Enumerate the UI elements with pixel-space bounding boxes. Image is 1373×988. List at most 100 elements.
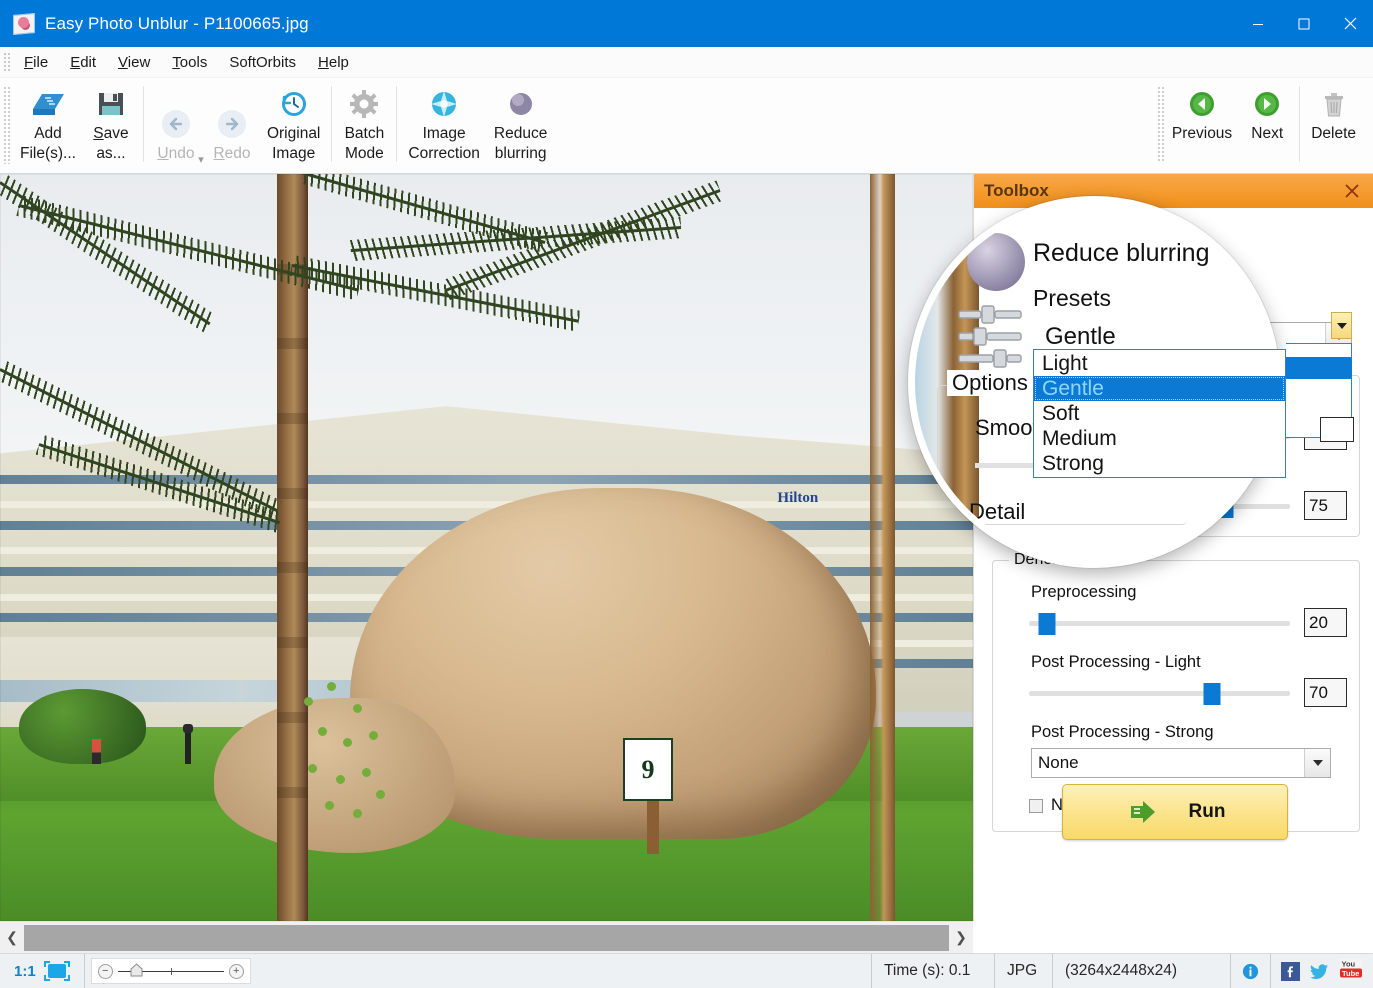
menu-item-tools[interactable]: Tools xyxy=(161,51,218,74)
zoom-slider[interactable]: − + xyxy=(90,958,251,984)
ribbon-grip-icon xyxy=(3,86,11,164)
image-correction-button[interactable]: Image Correction xyxy=(401,78,487,168)
post-light-slider-row[interactable]: 70 xyxy=(1029,678,1347,707)
toolbox-close-icon[interactable] xyxy=(1340,179,1364,203)
undo-arrow-icon xyxy=(159,104,193,144)
chevron-down-icon[interactable] xyxy=(1304,749,1330,777)
zoom-slider-track[interactable] xyxy=(117,962,224,976)
delete-label: Delete xyxy=(1311,125,1356,142)
maximize-button[interactable] xyxy=(1281,0,1327,47)
star-burst-icon xyxy=(429,84,459,124)
menu-item-softorbits[interactable]: SoftOrbits xyxy=(218,51,307,74)
status-bar: 1:1 − + Time (s): 0.1 JPG (3264x2448x24) xyxy=(0,953,1373,988)
zoom-out-icon[interactable]: − xyxy=(97,963,113,979)
magnified-options-label: Options xyxy=(947,370,1033,396)
menu-item-edit[interactable]: Edit xyxy=(59,51,107,74)
dropdown-option-strong[interactable]: Strong xyxy=(1034,451,1285,476)
dropdown-option-soft[interactable]: Soft xyxy=(1034,401,1285,426)
menu-bar: FFileile Edit View Tools SoftOrbits Help xyxy=(0,47,1373,78)
dropdown-option-gentle[interactable]: Gentle xyxy=(1034,376,1285,401)
normalize-histogram-checkbox[interactable] xyxy=(1029,798,1043,813)
image-canvas[interactable]: Hilton 9 xyxy=(0,174,973,921)
clock-history-icon xyxy=(279,84,309,124)
undo-label: Undo xyxy=(157,145,195,162)
photo-bush xyxy=(292,675,409,862)
reduce-blurring-button[interactable]: Reduce blurring xyxy=(487,78,554,168)
photo-preview: Hilton 9 xyxy=(0,174,973,921)
preprocessing-label: Preprocessing xyxy=(1031,583,1137,601)
minimize-button[interactable] xyxy=(1235,0,1281,47)
window-title: Easy Photo Unblur - P1100665.jpg xyxy=(45,13,309,33)
save-as-label-1: Save xyxy=(93,125,129,142)
photo-marker-sign: 9 xyxy=(622,738,674,802)
window-controls xyxy=(1235,0,1373,47)
twitter-icon[interactable] xyxy=(1310,962,1329,981)
green-double-arrow-icon xyxy=(1125,797,1165,827)
add-files-button[interactable]: Add File(s)... xyxy=(13,78,83,168)
photo-hilton-sign: Hilton xyxy=(777,490,819,507)
post-strong-combo-value[interactable]: None xyxy=(1031,748,1331,778)
preprocessing-value[interactable]: 20 xyxy=(1304,608,1347,637)
run-button[interactable]: Run xyxy=(1062,784,1288,840)
add-files-icon xyxy=(30,84,66,124)
detail-value[interactable]: 75 xyxy=(1304,491,1347,520)
canvas-horizontal-scrollbar[interactable]: ❮ ❯ xyxy=(0,921,973,954)
post-light-value[interactable]: 70 xyxy=(1304,678,1347,707)
status-time: Time (s): 0.1 xyxy=(871,953,995,988)
green-right-arrow-icon xyxy=(1252,84,1282,124)
batch-mode-label-1: Batch xyxy=(344,125,385,142)
zoom-controls-left: 1:1 xyxy=(0,953,85,988)
previous-button[interactable]: Previous xyxy=(1165,78,1239,168)
menu-item-view[interactable]: View xyxy=(107,51,161,74)
presets-dropdown-list[interactable]: Light Gentle Soft Medium Strong xyxy=(1033,349,1286,478)
photo-wooden-post xyxy=(869,174,896,921)
svg-text:Tube: Tube xyxy=(1342,969,1359,978)
add-files-label-1: Add xyxy=(34,125,62,142)
next-button[interactable]: Next xyxy=(1239,78,1295,168)
zoom-in-icon[interactable]: + xyxy=(228,963,244,979)
facebook-icon[interactable] xyxy=(1281,961,1300,981)
scroll-track[interactable] xyxy=(24,921,949,954)
fit-to-window-icon[interactable] xyxy=(43,961,70,981)
preprocessing-slider-row[interactable]: 20 xyxy=(1029,608,1347,637)
original-image-button[interactable]: Original Image xyxy=(260,78,327,168)
next-label: Next xyxy=(1251,125,1284,142)
green-left-arrow-icon xyxy=(1187,84,1217,124)
add-files-label-2: File(s)... xyxy=(20,145,76,162)
post-light-slider[interactable] xyxy=(1029,682,1290,705)
info-icon[interactable] xyxy=(1231,953,1271,988)
original-image-label-1: Original xyxy=(266,125,321,142)
image-correction-label-1: Image xyxy=(422,125,466,142)
redo-button: Redo xyxy=(204,78,260,168)
magnified-section-heading: Reduce blurring xyxy=(1033,239,1210,267)
gear-icon xyxy=(349,84,379,124)
post-light-label: Post Processing - Light xyxy=(1031,653,1201,671)
batch-mode-button[interactable]: Batch Mode xyxy=(336,78,392,168)
save-as-button[interactable]: Save as... xyxy=(83,78,139,168)
preprocessing-slider[interactable] xyxy=(1029,612,1290,635)
dropdown-option-light[interactable]: Light xyxy=(1034,351,1285,376)
menu-item-help[interactable]: Help xyxy=(307,51,360,74)
close-button[interactable] xyxy=(1327,0,1373,47)
original-image-label-2: Image xyxy=(272,145,316,162)
ribbon-separator-1 xyxy=(142,86,144,162)
delete-button[interactable]: Delete xyxy=(1304,78,1363,168)
run-button-label: Run xyxy=(1188,801,1226,822)
post-strong-combo[interactable]: None xyxy=(1031,748,1331,778)
scroll-thumb[interactable] xyxy=(24,924,949,951)
zoom-home-marker-icon[interactable] xyxy=(130,962,143,977)
magnified-detail-label: Detail xyxy=(969,499,1026,524)
ribbon-expand-icon[interactable]: ▾ xyxy=(194,153,208,167)
menu-item-file[interactable]: FFileile xyxy=(13,51,59,74)
zoom-ratio-label[interactable]: 1:1 xyxy=(6,963,44,980)
scroll-left-button[interactable]: ❮ xyxy=(0,921,24,954)
dropdown-option-medium[interactable]: Medium xyxy=(1034,426,1285,451)
purple-orb-icon xyxy=(967,233,1025,291)
magnified-presets-label: Presets xyxy=(1033,285,1111,311)
presets-dropdown-toggle[interactable] xyxy=(1331,312,1352,339)
ribbon-separator-3 xyxy=(396,86,398,162)
scroll-right-button[interactable]: ❯ xyxy=(949,921,973,954)
youtube-icon[interactable]: You Tube xyxy=(1339,959,1363,983)
status-spacer xyxy=(251,954,871,988)
social-icons: You Tube xyxy=(1271,959,1373,983)
